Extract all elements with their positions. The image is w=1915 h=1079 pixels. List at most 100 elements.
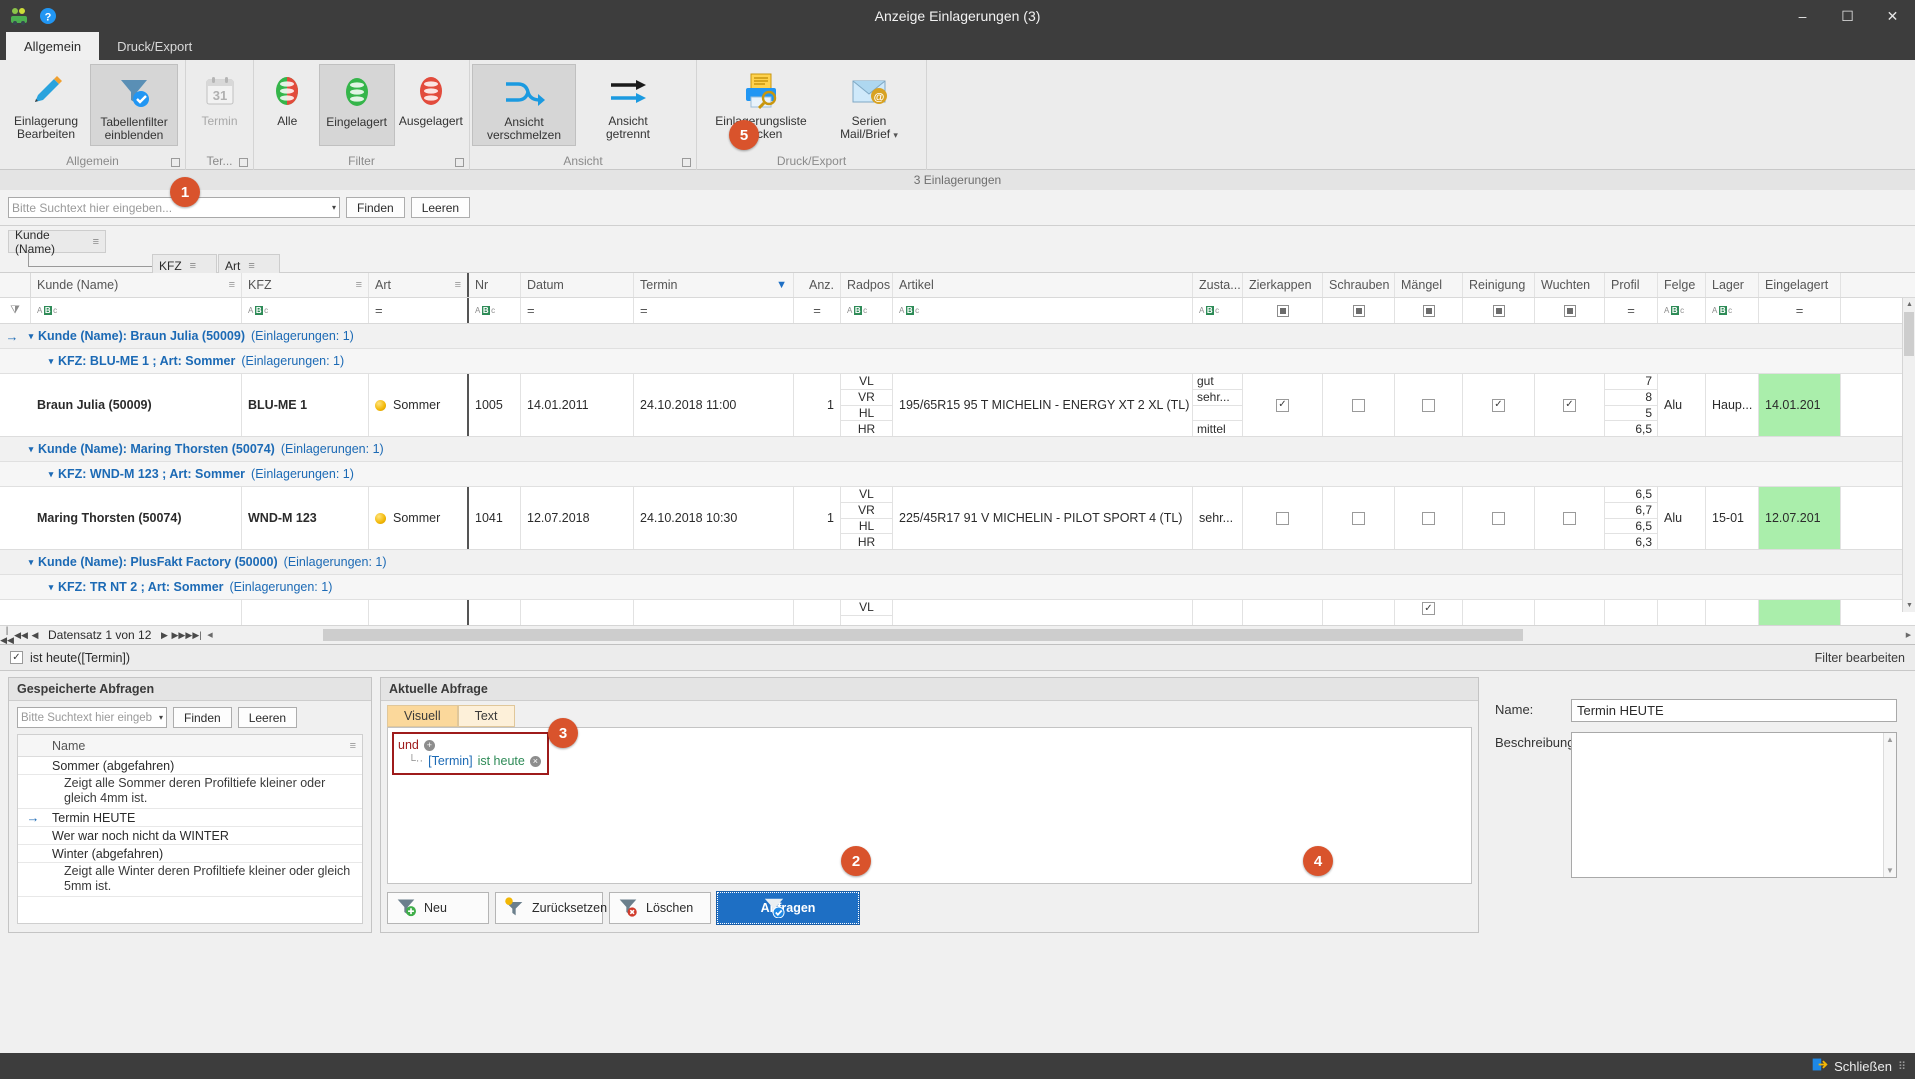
checkbox-unchecked[interactable] [1276,511,1289,525]
cell-maengel[interactable] [1395,374,1463,436]
tristate-checkbox[interactable] [1492,304,1505,317]
grid-horizontal-scrollbar[interactable]: ◀ ▶ [203,627,1915,643]
col-header-name[interactable]: Name [48,739,85,753]
checkbox-checked[interactable]: ✓ [1492,398,1505,412]
filter-cell-anz[interactable]: = [794,298,841,323]
run-query-button[interactable]: Abfragen [716,891,860,925]
ribbon-button-alle[interactable]: Alle [256,64,319,146]
table-row[interactable]: Maring Thorsten (50074) WND-M 123 Sommer… [0,487,1915,550]
nav-next-page-icon[interactable]: ▶▶ [171,630,185,641]
col-header-schrauben[interactable]: Schrauben [1323,273,1395,297]
sort-icon[interactable]: ≡ [229,279,235,291]
col-header-termin[interactable]: Termin ▼ [634,273,794,297]
group-row-level1[interactable]: ▾ Kunde (Name): Maring Thorsten (50074) … [0,437,1915,462]
filter-row-icon[interactable]: ⧩ [0,298,31,323]
tristate-checkbox[interactable] [1563,304,1576,317]
chevron-down-icon[interactable]: ▾ [893,130,898,140]
saved-queries-clear-button[interactable]: Leeren [237,707,298,728]
col-header-kunde[interactable]: Kunde (Name) ≡ [31,273,242,297]
grid-vertical-scrollbar[interactable]: ▲ ▼ [1902,298,1915,612]
list-item[interactable]: Winter (abgefahren) [18,845,362,863]
query-operator-line[interactable]: und + [398,737,541,753]
filter-cell-kunde[interactable]: ABc [31,298,242,323]
col-header-nr[interactable]: Nr [469,273,521,297]
filter-cell-art[interactable]: = [369,298,469,323]
expand-icon[interactable]: ▾ [44,582,58,593]
checkbox-unchecked[interactable] [1422,511,1435,525]
table-row[interactable]: Braun Julia (50009) BLU-ME 1 Sommer 1005… [0,374,1915,437]
nav-next-icon[interactable]: ▶ [157,630,171,641]
sort-icon[interactable]: ≡ [190,260,196,272]
checkbox-checked[interactable]: ✓ [1276,398,1289,412]
query-description-textarea[interactable]: ▲ ▼ [1571,732,1897,878]
ribbon-button-einlagerungsliste-drucken[interactable]: Einlagerungsliste drucken [699,64,823,146]
filter-cell-kfz[interactable]: ABc [242,298,369,323]
ribbon-button-eingelagert[interactable]: Eingelagert [318,64,395,146]
expand-icon[interactable]: ▾ [24,444,38,455]
ribbon-button-tabellenfilter-einblenden[interactable]: Tabellenfilter einblenden [90,64,178,146]
scroll-down-icon[interactable]: ▼ [1886,866,1894,875]
saved-queries-find-button[interactable]: Finden [173,707,232,728]
group-row-level1[interactable]: ▾ Kunde (Name): PlusFakt Factory (50000)… [0,550,1915,575]
query-name-input[interactable]: Termin HEUTE [1571,699,1897,722]
tristate-checkbox[interactable] [1352,304,1365,317]
ribbon-button-ansicht-getrennt[interactable]: Ansicht getrennt [576,64,680,146]
col-header-artikel[interactable]: Artikel [893,273,1193,297]
sort-icon[interactable]: ≡ [248,260,254,272]
nav-prev-page-icon[interactable]: ◀◀ [14,630,28,641]
filter-cell-reinigung[interactable] [1463,298,1535,323]
filter-cell-nr[interactable]: ABc [469,298,521,323]
sort-icon[interactable]: ≡ [93,236,99,248]
list-item[interactable]: Sommer (abgefahren) [18,757,362,775]
filter-cell-felge[interactable]: ABc [1658,298,1706,323]
cell-schrauben[interactable] [1323,487,1395,549]
col-header-art[interactable]: Art ≡ [369,273,469,297]
checkbox-unchecked[interactable] [1492,511,1505,525]
dialog-launcher-filter[interactable] [455,158,464,167]
scroll-left-icon[interactable]: ◀ [203,628,217,642]
expand-icon[interactable]: ▾ [44,356,58,367]
expand-icon[interactable]: ▾ [24,331,38,342]
cell-zierkappen[interactable]: ✓ [1243,374,1323,436]
filter-cell-datum[interactable]: = [521,298,634,323]
query-condition-line[interactable]: └·· [Termin] ist heute × [398,753,541,769]
chevron-down-icon[interactable]: ▾ [159,713,163,722]
filter-active-icon[interactable]: ▼ [776,279,787,291]
dialog-launcher-termin[interactable] [239,158,248,167]
query-condition-field[interactable]: [Termin] [428,753,472,769]
new-query-button[interactable]: Neu [387,892,489,924]
cell-reinigung[interactable]: ✓ [1463,374,1535,436]
col-header-profil[interactable]: Profil [1605,273,1658,297]
checkbox-unchecked[interactable] [1563,511,1576,525]
clear-button[interactable]: Leeren [410,197,471,218]
tab-text[interactable]: Text [457,705,515,727]
ribbon-button-einlagerung-bearbeiten[interactable]: Einlagerung Bearbeiten [2,64,90,146]
filter-cell-zustand[interactable]: ABc [1193,298,1243,323]
nav-last-icon[interactable]: ▶▶| [185,630,201,641]
filter-enabled-checkbox[interactable]: ✓ [10,651,23,664]
checkbox-unchecked[interactable] [1352,398,1365,412]
col-header-wuchten[interactable]: Wuchten [1535,273,1605,297]
col-header-lager[interactable]: Lager [1706,273,1759,297]
cell-maengel[interactable] [1395,487,1463,549]
filter-cell-lager[interactable]: ABc [1706,298,1759,323]
filter-cell-eingelagert[interactable]: = [1759,298,1841,323]
col-header-maengel[interactable]: Mängel [1395,273,1463,297]
tristate-checkbox[interactable] [1276,304,1289,317]
col-header-radpos[interactable]: Radpos [841,273,893,297]
tristate-checkbox[interactable] [1422,304,1435,317]
sort-icon[interactable]: ≡ [356,279,362,291]
group-row-level2[interactable]: ▾ KFZ: BLU-ME 1 ; Art: Sommer (Einlageru… [0,349,1915,374]
col-header-kfz[interactable]: KFZ ≡ [242,273,369,297]
filter-cell-termin[interactable]: = [634,298,794,323]
group-row-level2[interactable]: ▾ KFZ: WND-M 123 ; Art: Sommer (Einlager… [0,462,1915,487]
sort-icon[interactable]: ≡ [350,740,362,752]
checkbox-checked[interactable]: ✓ [1563,398,1576,412]
add-condition-icon[interactable]: + [423,739,435,751]
scroll-down-icon[interactable]: ▼ [1903,599,1915,612]
query-condition-text[interactable]: ist heute [478,753,525,769]
expand-icon[interactable]: ▾ [24,557,38,568]
ribbon-button-termin[interactable]: 31 Termin [188,64,251,146]
query-operator[interactable]: und [398,737,419,753]
scroll-up-icon[interactable]: ▲ [1903,298,1915,311]
